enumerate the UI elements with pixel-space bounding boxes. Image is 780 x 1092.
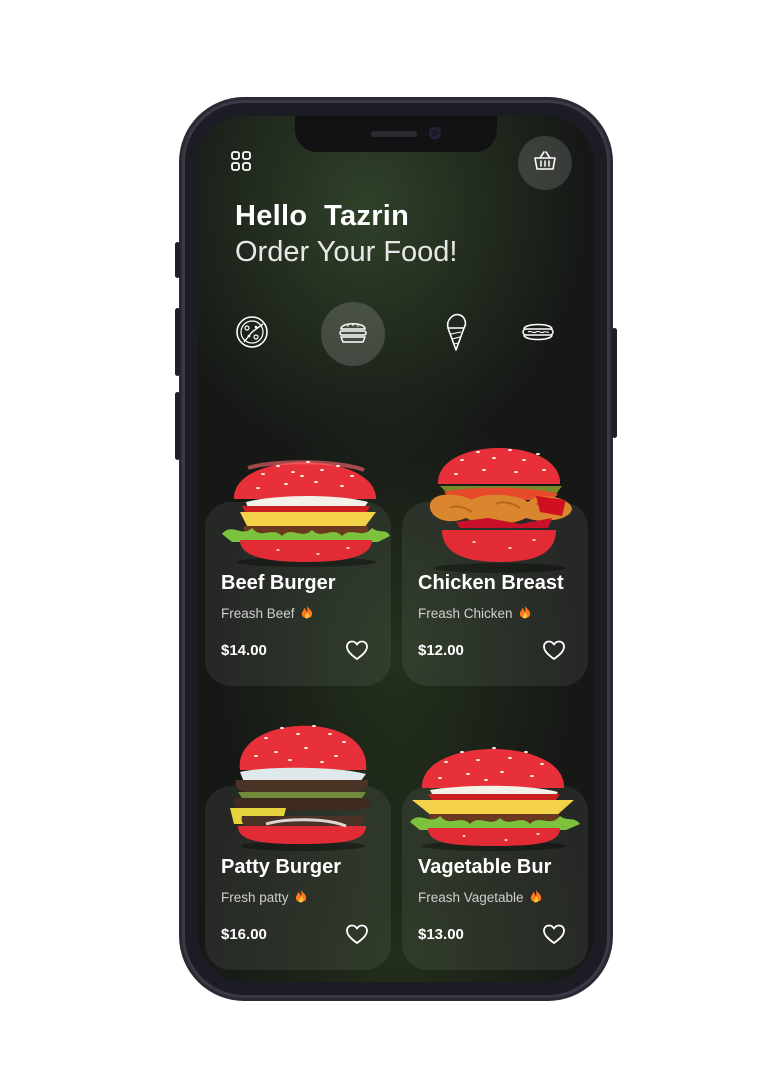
product-name: Beef Burger xyxy=(221,572,336,594)
category-ice-cream[interactable] xyxy=(424,302,488,366)
cart-button[interactable] xyxy=(518,136,572,190)
heart-icon[interactable] xyxy=(345,923,369,945)
camera xyxy=(429,127,441,139)
pizza-icon xyxy=(234,314,270,354)
product-price: $14.00 xyxy=(221,642,267,659)
power-button xyxy=(612,328,617,438)
beef-burger-image xyxy=(222,460,390,567)
chicken-burger-image xyxy=(429,448,572,573)
greeting-title: Hello Tazrin xyxy=(235,200,410,232)
flame-icon xyxy=(296,890,307,903)
product-name: Chicken Breast xyxy=(418,572,564,594)
burger-icon xyxy=(338,318,368,350)
product-description: Freash Vagetable xyxy=(418,890,542,905)
hotdog-icon xyxy=(521,320,555,348)
product-name: Vagetable Bur xyxy=(418,856,552,878)
product-description: Fresh patty xyxy=(221,890,307,905)
heart-icon[interactable] xyxy=(345,639,369,661)
speaker xyxy=(371,131,417,137)
product-description: Freash Beef xyxy=(221,606,313,621)
heart-icon[interactable] xyxy=(542,639,566,661)
phone-frame: Hello Tazrin Order Your Food! Beef Burge… xyxy=(175,100,617,998)
volume-down-button xyxy=(175,392,180,460)
flame-icon xyxy=(302,606,313,619)
category-burger[interactable] xyxy=(321,302,385,366)
heart-icon[interactable] xyxy=(542,923,566,945)
flame-icon xyxy=(531,890,542,903)
app-screen: Hello Tazrin Order Your Food! Beef Burge… xyxy=(198,116,594,982)
patty-burger-image xyxy=(230,725,371,851)
page-subtitle: Order Your Food! xyxy=(235,236,458,268)
product-description: Freash Chicken xyxy=(418,606,531,621)
grid-menu-icon[interactable] xyxy=(230,150,252,172)
product-name: Patty Burger xyxy=(221,856,342,878)
ice-cream-icon xyxy=(443,311,469,357)
side-button-left xyxy=(175,242,180,278)
category-hotdog[interactable] xyxy=(506,302,570,366)
product-price: $13.00 xyxy=(418,926,464,943)
notch xyxy=(295,116,497,152)
flame-icon xyxy=(520,606,531,619)
category-pizza[interactable] xyxy=(220,302,284,366)
volume-up-button xyxy=(175,308,180,376)
product-price: $16.00 xyxy=(221,926,267,943)
product-price: $12.00 xyxy=(418,642,464,659)
vegetable-burger-image xyxy=(410,747,580,851)
basket-icon xyxy=(533,150,557,176)
